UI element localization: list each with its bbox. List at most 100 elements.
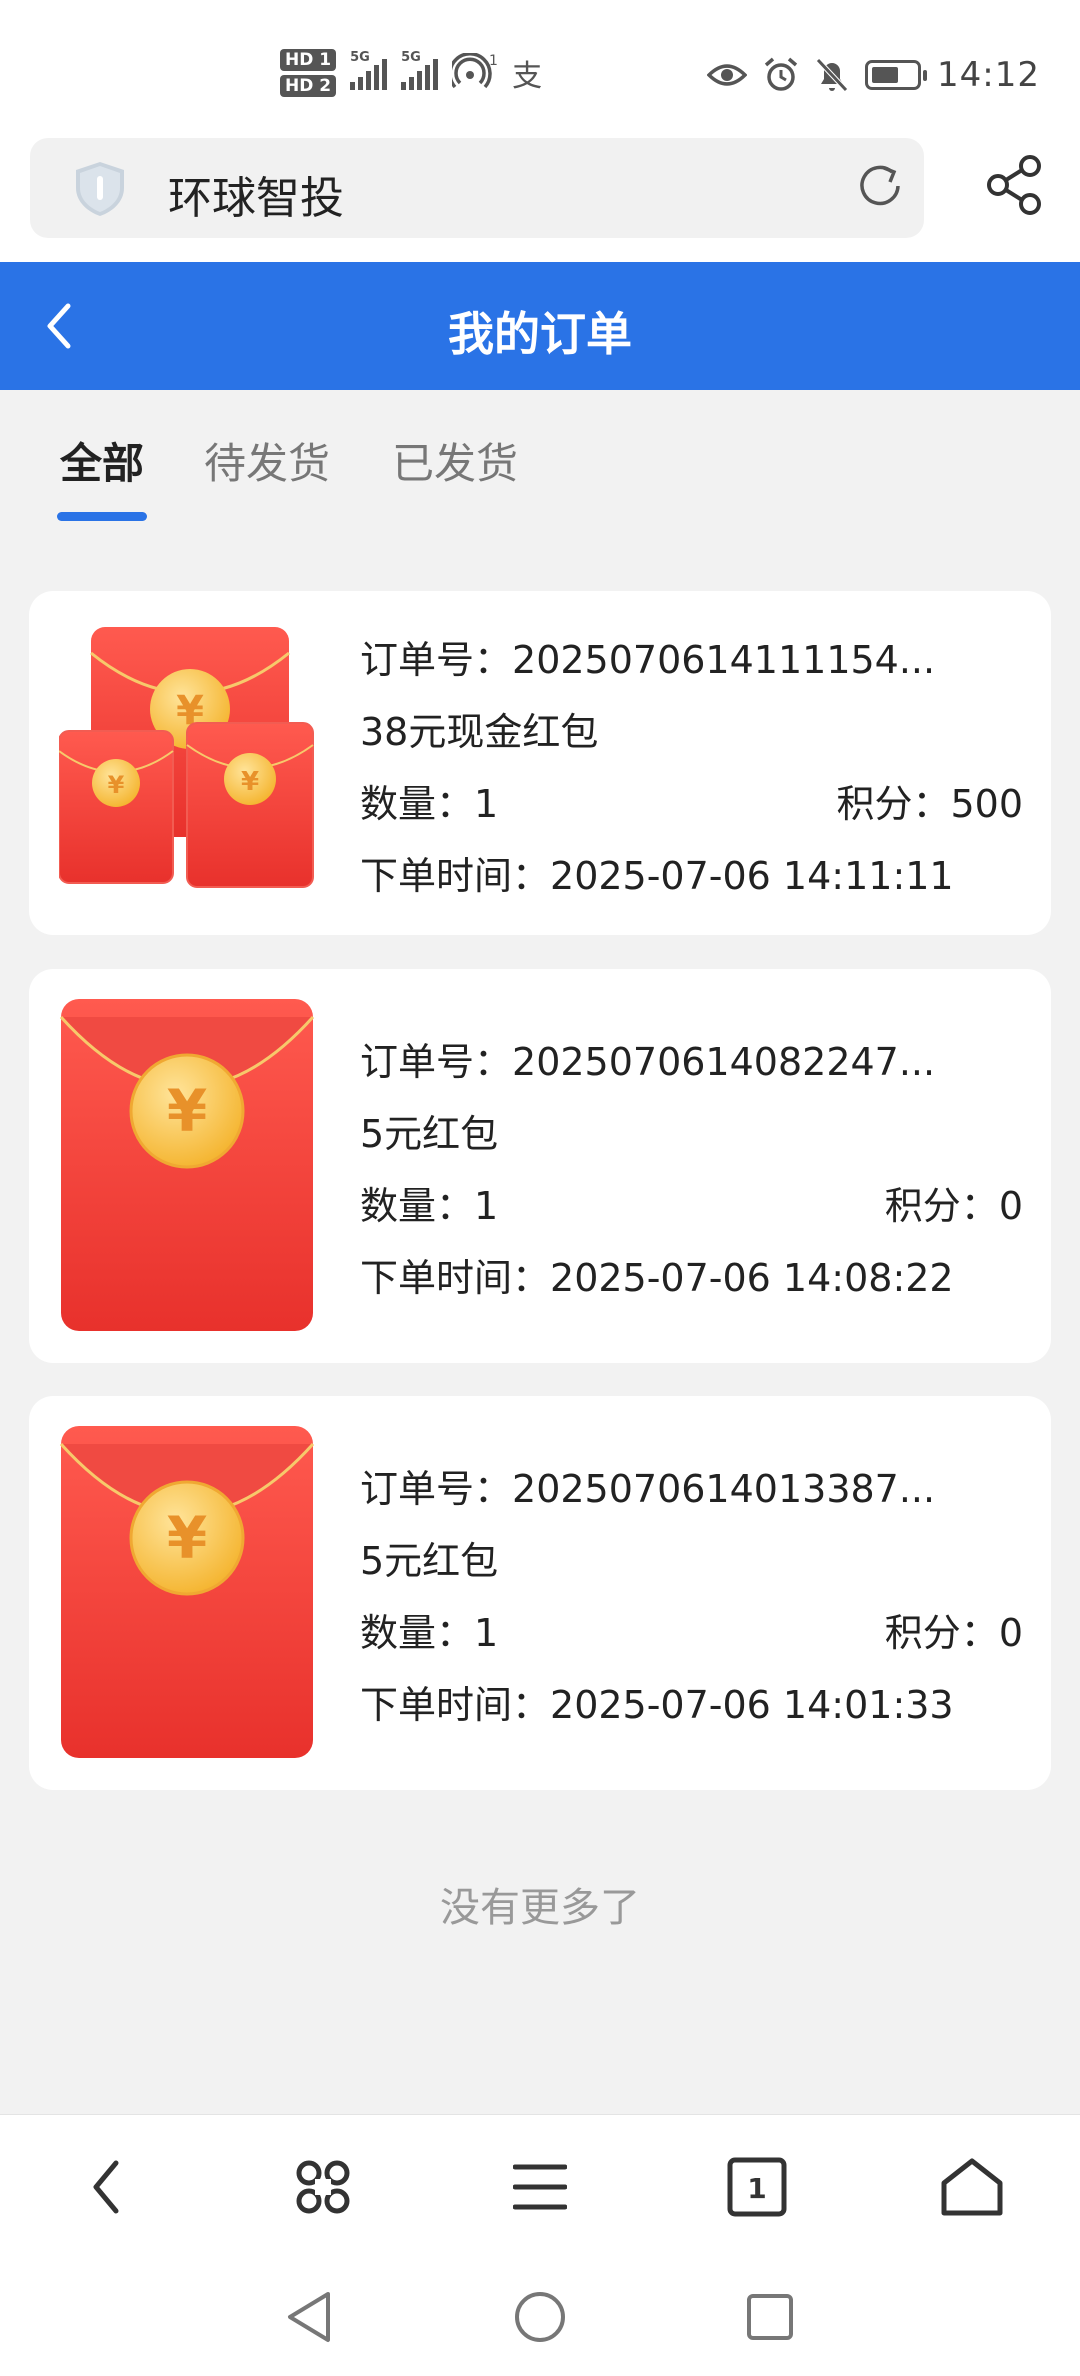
signal-label-2: 5G bbox=[401, 50, 421, 65]
points-row: 积分：0 bbox=[885, 1175, 1023, 1230]
order-time-label: 下单时间： bbox=[360, 854, 551, 898]
order-time-row: 下单时间：2025-07-06 14:01:33 bbox=[360, 1674, 954, 1729]
page-title: 我的订单 bbox=[448, 307, 632, 361]
svg-text:¥: ¥ bbox=[108, 771, 125, 799]
svg-text:¥: ¥ bbox=[167, 1077, 207, 1145]
status-left: HD 1 HD 2 5G 5G 1 支 bbox=[280, 40, 542, 106]
home-icon bbox=[941, 2158, 1003, 2216]
nav-recents-icon bbox=[747, 2294, 793, 2340]
quantity-label: 数量： bbox=[360, 782, 475, 826]
points-row: 积分：500 bbox=[836, 773, 1023, 828]
signal-icon-2: 5G bbox=[401, 50, 439, 90]
order-time-row: 下单时间：2025-07-06 14:08:22 bbox=[360, 1247, 954, 1302]
battery-icon bbox=[865, 60, 928, 90]
tab-indicator bbox=[57, 512, 147, 521]
product-name: 38元现金红包 bbox=[360, 710, 599, 754]
points-label: 积分： bbox=[836, 782, 951, 826]
signal-label: 5G bbox=[350, 50, 370, 65]
eye-icon bbox=[707, 64, 748, 86]
browser-toolbar: 1 bbox=[0, 2114, 1080, 2256]
quantity-label: 数量： bbox=[360, 1184, 475, 1228]
toolbar-tabs-button[interactable]: 1 bbox=[717, 2147, 797, 2227]
sim-indicators: HD 1 HD 2 bbox=[280, 49, 337, 97]
share-icon[interactable] bbox=[986, 154, 1042, 216]
order-number-row: 订单号：2025070614013387... bbox=[360, 1458, 935, 1513]
nav-back-button[interactable] bbox=[274, 2282, 344, 2352]
tabs-icon: 1 bbox=[727, 2157, 787, 2217]
order-time: 2025-07-06 14:01:33 bbox=[550, 1683, 954, 1727]
product-name: 5元红包 bbox=[360, 1539, 499, 1583]
quantity-row: 数量：1 bbox=[360, 1175, 498, 1230]
order-card[interactable]: ¥ 订单号：2025070614082247... 5元红包 数量：1 积分：0… bbox=[29, 969, 1051, 1363]
back-icon bbox=[93, 2160, 119, 2214]
order-card[interactable]: ¥ 订单号：2025070614013387... 5元红包 数量：1 积分：0… bbox=[29, 1396, 1051, 1790]
order-number-row: 订单号：2025070614082247... bbox=[360, 1031, 935, 1086]
quantity-value: 1 bbox=[474, 1184, 499, 1228]
reload-icon[interactable] bbox=[854, 160, 906, 212]
points-label: 积分： bbox=[884, 1611, 999, 1655]
status-right: 14:12 bbox=[707, 50, 1040, 100]
svg-text:¥: ¥ bbox=[167, 1504, 207, 1572]
browser-address-bar: 环球智投 bbox=[0, 130, 1080, 262]
hotspot-icon: 1 bbox=[452, 53, 498, 89]
quantity-value: 1 bbox=[474, 1611, 499, 1655]
site-title: 环球智投 bbox=[168, 173, 344, 224]
tab-shipped[interactable]: 已发货 bbox=[392, 430, 518, 491]
status-bar: HD 1 HD 2 5G 5G 1 支 14:12 bbox=[0, 0, 1080, 130]
apps-icon bbox=[296, 2160, 350, 2214]
quantity-label: 数量： bbox=[360, 1611, 475, 1655]
quantity-value: 1 bbox=[474, 782, 499, 826]
order-time: 2025-07-06 14:08:22 bbox=[550, 1256, 954, 1300]
points-label: 积分： bbox=[884, 1184, 999, 1228]
security-shield-icon bbox=[76, 162, 124, 216]
order-number: 2025070614111154... bbox=[512, 638, 936, 682]
points-row: 积分：0 bbox=[885, 1602, 1023, 1657]
no-more-text: 没有更多了 bbox=[440, 1885, 640, 1931]
order-number-row: 订单号：2025070614111154... bbox=[360, 629, 935, 684]
order-tabs: 全部 待发货 已发货 bbox=[0, 390, 1080, 540]
order-number-label: 订单号： bbox=[360, 638, 513, 682]
app-header: 我的订单 bbox=[0, 262, 1080, 390]
clock: 14:12 bbox=[937, 55, 1040, 95]
mute-bell-icon bbox=[816, 58, 848, 92]
order-number-label: 订单号： bbox=[360, 1467, 513, 1511]
quantity-row: 数量：1 bbox=[360, 773, 498, 828]
sim1-badge: HD 1 bbox=[280, 49, 337, 71]
multi-red-envelope-icon: ¥ ¥ ¥ bbox=[59, 627, 314, 888]
points-value: 0 bbox=[998, 1184, 1023, 1228]
toolbar-home-button[interactable] bbox=[932, 2147, 1012, 2227]
order-time-label: 下单时间： bbox=[360, 1256, 551, 1300]
quantity-row: 数量：1 bbox=[360, 1602, 498, 1657]
order-number: 2025070614082247... bbox=[512, 1040, 936, 1084]
alipay-icon: 支 bbox=[512, 59, 543, 94]
points-value: 0 bbox=[998, 1611, 1023, 1655]
order-time-label: 下单时间： bbox=[360, 1683, 551, 1727]
toolbar-menu-button[interactable] bbox=[500, 2147, 580, 2227]
nav-back-icon bbox=[288, 2292, 330, 2342]
tab-pending-shipment[interactable]: 待发货 bbox=[204, 430, 330, 491]
svg-text:¥: ¥ bbox=[241, 767, 259, 797]
nav-home-icon bbox=[515, 2292, 565, 2342]
product-name: 5元红包 bbox=[360, 1112, 499, 1156]
menu-icon bbox=[513, 2164, 567, 2210]
sim2-badge: HD 2 bbox=[280, 75, 337, 97]
toolbar-back-button[interactable] bbox=[66, 2147, 146, 2227]
single-red-envelope-icon: ¥ bbox=[59, 999, 315, 1331]
url-box[interactable]: 环球智投 bbox=[30, 138, 924, 238]
signal-icon: 5G bbox=[350, 50, 388, 90]
order-number: 2025070614013387... bbox=[512, 1467, 936, 1511]
nav-home-button[interactable] bbox=[505, 2282, 575, 2352]
order-number-label: 订单号： bbox=[360, 1040, 513, 1084]
order-time: 2025-07-06 14:11:11 bbox=[550, 854, 954, 898]
system-navigation-bar bbox=[0, 2256, 1080, 2376]
order-time-row: 下单时间：2025-07-06 14:11:11 bbox=[360, 845, 954, 900]
toolbar-apps-button[interactable] bbox=[283, 2147, 363, 2227]
nav-recents-button[interactable] bbox=[735, 2282, 805, 2352]
tab-count: 1 bbox=[747, 2172, 766, 2205]
order-card[interactable]: ¥ ¥ ¥ 订单号：2025070614111154... 38元现金红包 数量… bbox=[29, 591, 1051, 935]
single-red-envelope-icon: ¥ bbox=[59, 1426, 315, 1758]
points-value: 500 bbox=[950, 782, 1023, 826]
hotspot-sup: 1 bbox=[489, 53, 498, 69]
alarm-icon bbox=[764, 57, 798, 91]
tab-all[interactable]: 全部 bbox=[60, 430, 144, 491]
